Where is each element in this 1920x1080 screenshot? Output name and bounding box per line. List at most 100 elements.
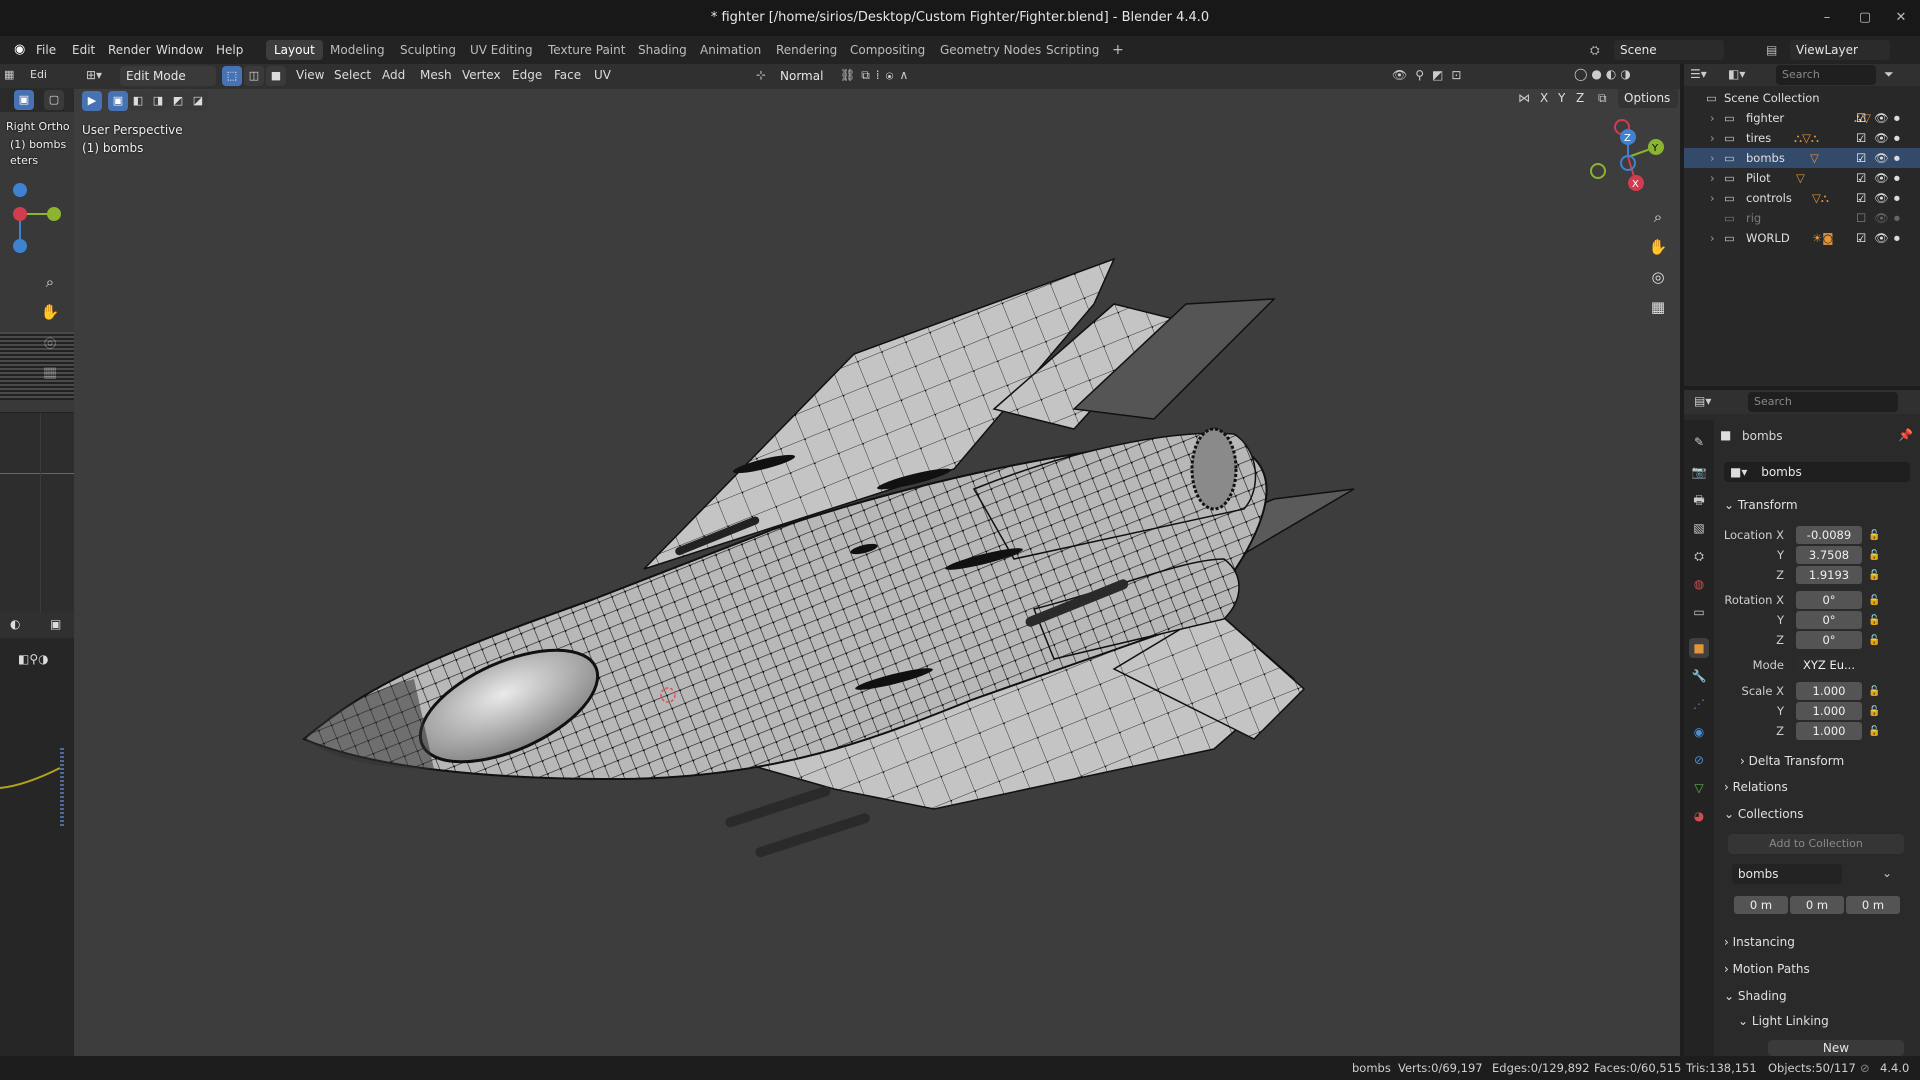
menu-uv[interactable]: UV [594, 68, 611, 82]
object-tab-icon[interactable]: ■ [1689, 638, 1709, 658]
pan-hand-icon[interactable]: ✋ [36, 298, 64, 326]
chevron-right-icon[interactable]: › [1710, 128, 1715, 148]
lock-icon[interactable]: 🔓 [1868, 686, 1880, 697]
menu-help[interactable]: Help [210, 41, 249, 59]
camera-icon[interactable]: ⏺ [1894, 108, 1900, 128]
tab-animation[interactable]: Animation [692, 40, 769, 60]
orientation-selector[interactable]: Normal [774, 66, 838, 86]
tab-uv-editing[interactable]: UV Editing [462, 40, 541, 60]
chevron-right-icon[interactable]: › [1710, 108, 1715, 128]
select-mode-icon[interactable]: ▢ [44, 90, 64, 110]
left-mode-selector[interactable]: Edi [30, 68, 47, 81]
menu-view[interactable]: View [296, 68, 324, 82]
transform-orientation-icon[interactable]: ⊹ [756, 68, 766, 82]
relations-panel-header[interactable]: › Relations [1724, 776, 1916, 798]
filter-icon[interactable]: ⏷ [1884, 67, 1894, 82]
viewlayer-icon[interactable]: ▤ [1760, 41, 1783, 59]
modifier-tab-icon[interactable]: 🔧 [1689, 666, 1709, 686]
menu-file[interactable]: File [30, 41, 62, 59]
left-graph-area[interactable] [0, 412, 74, 613]
outliner-editor-icon[interactable]: ☰▾ [1690, 67, 1707, 81]
properties-editor-icon[interactable]: ▤▾ [1694, 394, 1711, 408]
camera-icon[interactable]: ⏺ [1894, 168, 1900, 188]
particles-tab-icon[interactable]: ⋰ [1689, 694, 1709, 714]
delta-transform-header[interactable]: › Delta Transform [1740, 750, 1920, 772]
menu-add[interactable]: Add [382, 68, 405, 82]
overlay-icons[interactable]: 👁⚲◩⊡ [1392, 68, 1469, 82]
edge-select-icon[interactable]: ◫ [244, 66, 264, 86]
lock-icon[interactable]: 🔓 [1868, 706, 1880, 717]
eye-icon[interactable]: 👁 [1874, 228, 1889, 248]
scene-selector[interactable]: Scene [1614, 40, 1724, 60]
new-button[interactable]: New [1768, 1040, 1904, 1056]
camera-icon[interactable]: ⏺ [1894, 208, 1900, 228]
render-tab-icon[interactable]: 📷 [1689, 462, 1709, 482]
menu-window[interactable]: Window [150, 41, 209, 59]
minimize-button[interactable]: – [1810, 0, 1844, 36]
view-layer-tab-icon[interactable]: ▧ [1689, 518, 1709, 538]
outliner-item-pilot[interactable]: › ▭ Pilot ▽ ☑ 👁 ⏺ [1684, 168, 1920, 188]
outliner-item-controls[interactable]: › ▭ controls ▽⛬ ☑ 👁 ⏺ [1684, 188, 1920, 208]
eye-icon[interactable]: 👁 [1874, 108, 1889, 128]
blender-logo-icon[interactable]: ◉ [8, 41, 31, 59]
scene-icon[interactable]: ⛭ [1584, 41, 1606, 59]
outliner-item-fighter[interactable]: › ▭ fighter ⛬▽ ☑ 👁 ⏺ [1684, 108, 1920, 128]
chevron-right-icon[interactable]: › [1710, 188, 1715, 208]
tool-tab-icon[interactable]: ✎ [1689, 432, 1709, 452]
vertex-select-icon[interactable]: ⬚ [222, 66, 242, 86]
add-workspace-button[interactable]: + [1104, 40, 1132, 60]
close-button[interactable]: ✕ [1884, 0, 1918, 36]
maximize-button[interactable]: ▢ [1848, 0, 1882, 36]
transform-panel-header[interactable]: ⌄ Transform [1724, 494, 1916, 516]
checkbox-icon[interactable]: ☑ [1856, 108, 1866, 128]
menu-mesh[interactable]: Mesh [420, 68, 452, 82]
menu-edge[interactable]: Edge [512, 68, 542, 82]
rotation-x-field[interactable]: 0° [1796, 591, 1862, 609]
world-tab-icon[interactable]: ◍ [1689, 574, 1709, 594]
lock-icon[interactable]: 🔓 [1868, 595, 1880, 606]
menu-edit[interactable]: Edit [66, 41, 101, 59]
offset-z-field[interactable]: 0 m [1846, 896, 1900, 914]
lock-icon[interactable]: 🔓 [1868, 550, 1880, 561]
snapping-icons[interactable]: ⛓⧉⁞⦿∧ [840, 68, 914, 83]
eye-icon[interactable]: 👁 [1874, 168, 1889, 188]
lock-icon[interactable]: 🔓 [1868, 530, 1880, 541]
scale-z-field[interactable]: 1.000 [1796, 722, 1862, 740]
zoom-icon[interactable]: ⌕ [36, 268, 64, 296]
checkbox-icon[interactable]: ☑ [1856, 228, 1866, 248]
tab-layout[interactable]: Layout [266, 40, 323, 60]
face-select-icon[interactable]: ■ [266, 66, 286, 86]
rotation-mode-dropdown[interactable]: XYZ Eu... [1796, 656, 1862, 674]
menu-vertex[interactable]: Vertex [462, 68, 501, 82]
collection-tab-icon[interactable]: ▭ [1689, 602, 1709, 622]
node-tool-icons[interactable]: ◧⚲◑ [18, 652, 49, 666]
menu-render[interactable]: Render [102, 41, 157, 59]
tab-sculpting[interactable]: Sculpting [392, 40, 464, 60]
chevron-right-icon[interactable]: › [1710, 228, 1715, 248]
constraints-tab-icon[interactable]: ⊘ [1689, 750, 1709, 770]
left-viewport[interactable]: Right Ortho (1) bombs eters ⌕ ✋ ◎ ▦ [0, 112, 74, 412]
collections-panel-header[interactable]: ⌄ Collections [1724, 803, 1916, 825]
outliner-item-rig[interactable]: ▭ rig ☐ 👁 ⏺ [1684, 208, 1920, 228]
eye-icon[interactable]: 👁 [1874, 148, 1889, 168]
editor-type-icon[interactable]: ▦ [4, 68, 14, 81]
outliner-item-tires[interactable]: › ▭ tires ⛬▽⛬ ☑ 👁 ⏺ [1684, 128, 1920, 148]
tab-shading[interactable]: Shading [630, 40, 695, 60]
camera-icon[interactable]: ⏺ [1894, 128, 1900, 148]
rotation-y-field[interactable]: 0° [1796, 611, 1862, 629]
light-linking-panel-header[interactable]: ⌄ Light Linking [1738, 1010, 1920, 1032]
shading-panel-header[interactable]: ⌄ Shading [1724, 985, 1916, 1007]
scene-tab-icon[interactable]: ⛭ [1689, 546, 1709, 566]
eye-icon[interactable]: 👁 [1874, 188, 1889, 208]
properties-search[interactable]: Search [1748, 392, 1898, 412]
eye-icon[interactable]: 👁 [1874, 208, 1889, 228]
select-box-icon[interactable]: ▣ [14, 90, 34, 110]
display-mode-icon[interactable]: ◧▾ [1728, 67, 1745, 81]
add-to-collection-button[interactable]: Add to Collection [1728, 834, 1904, 854]
output-tab-icon[interactable]: 🖶 [1689, 490, 1709, 510]
checkbox-icon[interactable]: ☑ [1856, 128, 1866, 148]
camera-icon[interactable]: ⏺ [1894, 148, 1900, 168]
outliner-item-bombs[interactable]: › ▭ bombs ▽ ☑ 👁 ⏺ [1684, 148, 1920, 168]
editor-type-icon[interactable]: ⊞▾ [86, 68, 102, 82]
scale-y-field[interactable]: 1.000 [1796, 702, 1862, 720]
